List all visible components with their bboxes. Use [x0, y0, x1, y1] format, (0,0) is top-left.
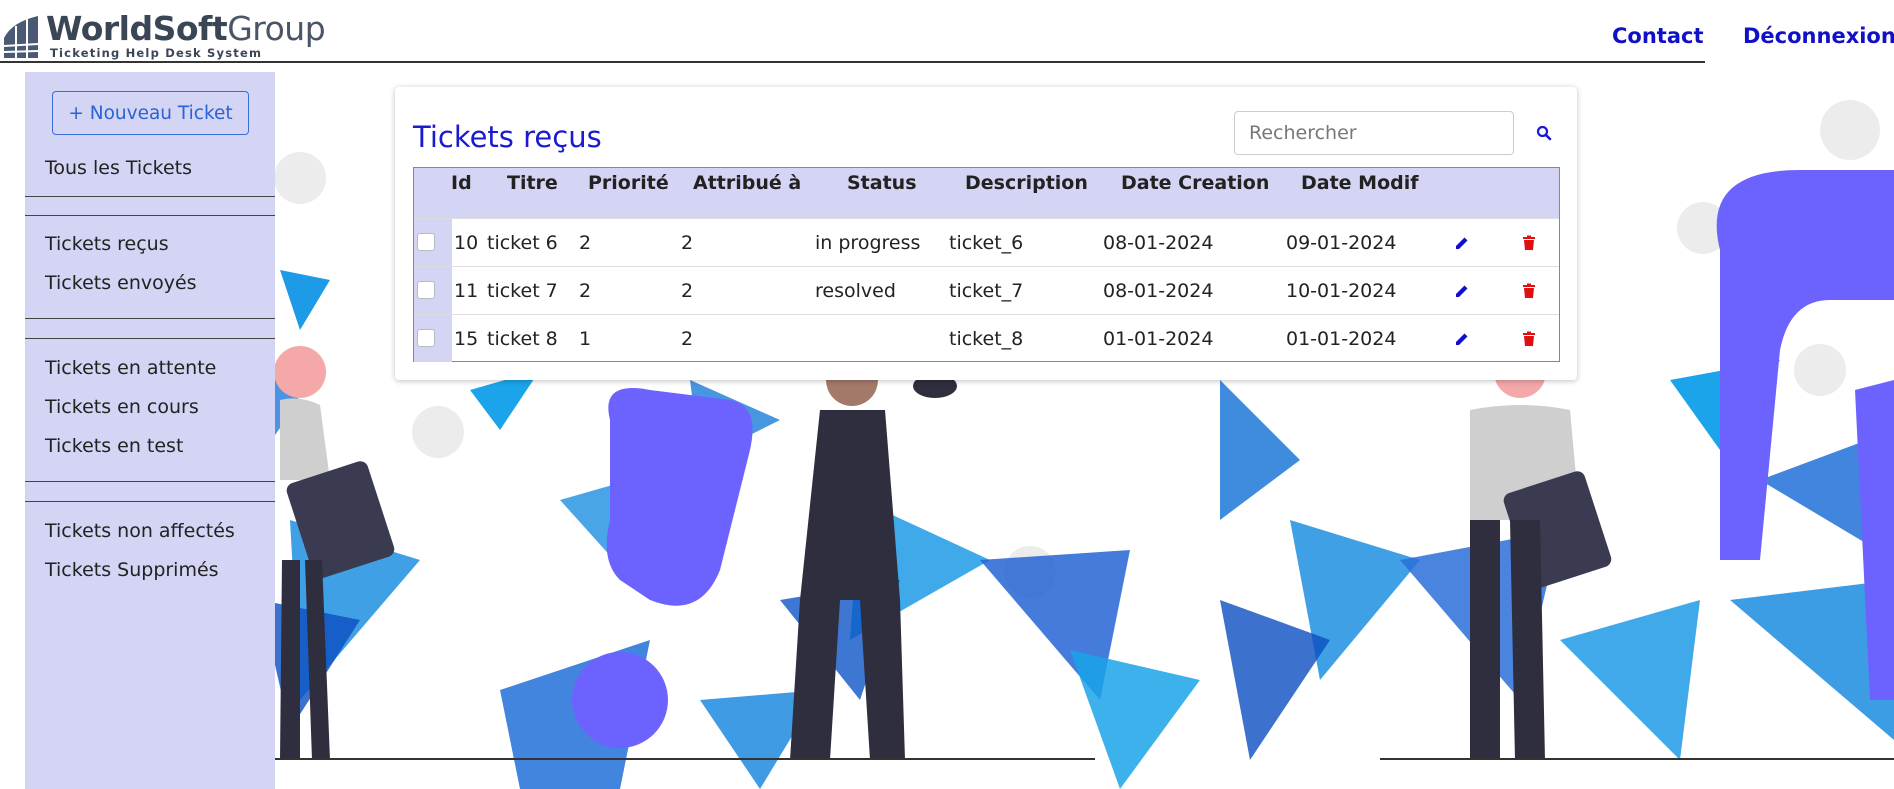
row-select-cell: [414, 315, 452, 362]
table-row: 11 ticket 7 2 2 resolved ticket_7 08-01-…: [414, 266, 1559, 314]
trash-icon: [1523, 283, 1535, 298]
sidebar-item-in-progress[interactable]: Tickets en cours: [45, 396, 199, 418]
sidebar-item-all-tickets[interactable]: Tous les Tickets: [45, 157, 192, 179]
search-button[interactable]: [1522, 111, 1566, 155]
cell-id: 10: [454, 232, 479, 254]
sidebar: + Nouveau Ticket Tous les Tickets Ticket…: [25, 72, 275, 789]
cell-assigned: 2: [681, 280, 694, 302]
pencil-icon: [1456, 285, 1468, 297]
delete-button[interactable]: [1517, 279, 1541, 303]
cell-date-modif: 01-01-2024: [1286, 328, 1397, 350]
sidebar-item-unassigned[interactable]: Tickets non affectés: [45, 520, 235, 542]
logo-brand: WorldSoftGroup: [46, 9, 326, 48]
cell-priority: 2: [579, 232, 592, 254]
trash-icon: [1523, 235, 1535, 250]
cell-assigned: 2: [681, 328, 694, 350]
cell-date-modif: 10-01-2024: [1286, 280, 1397, 302]
table-header: Id Titre Priorité Attribué à Status Desc…: [414, 168, 1559, 218]
trash-icon: [1523, 331, 1535, 346]
sidebar-divider: [25, 215, 275, 216]
cell-title: ticket 7: [487, 280, 558, 302]
cell-description: ticket_7: [949, 280, 1024, 302]
cell-status: resolved: [815, 280, 896, 302]
row-select-cell: [414, 219, 452, 266]
sidebar-item-received[interactable]: Tickets reçus: [45, 233, 169, 255]
page-title: Tickets reçus: [413, 120, 602, 154]
table-row: 15 ticket 8 1 2 ticket_8 01-01-2024 01-0…: [414, 314, 1559, 362]
sidebar-item-in-test[interactable]: Tickets en test: [45, 435, 183, 457]
cell-id: 15: [454, 328, 479, 350]
cell-date-creation: 08-01-2024: [1103, 232, 1214, 254]
row-select-cell: [414, 267, 452, 314]
row-checkbox[interactable]: [417, 233, 435, 251]
cell-title: ticket 8: [487, 328, 558, 350]
pencil-icon: [1456, 333, 1468, 345]
column-header-priority[interactable]: Priorité: [588, 172, 669, 194]
sidebar-divider: [25, 318, 275, 319]
column-header-title[interactable]: Titre: [507, 172, 558, 194]
search-input[interactable]: [1234, 111, 1514, 155]
new-ticket-button[interactable]: + Nouveau Ticket: [52, 91, 249, 135]
cell-description: ticket_8: [949, 328, 1024, 350]
logo-brand-bold: WorldSoft: [46, 9, 228, 48]
delete-button[interactable]: [1517, 231, 1541, 255]
column-header-status[interactable]: Status: [847, 172, 917, 194]
pencil-icon: [1456, 237, 1468, 249]
cell-date-creation: 01-01-2024: [1103, 328, 1214, 350]
row-checkbox[interactable]: [417, 281, 435, 299]
column-header-id[interactable]: Id: [451, 172, 472, 194]
delete-button[interactable]: [1517, 327, 1541, 351]
cell-id: 11: [454, 280, 479, 302]
nav-logout-link[interactable]: Déconnexion: [1743, 24, 1894, 48]
column-header-assigned[interactable]: Attribué à: [693, 172, 801, 194]
cell-date-creation: 08-01-2024: [1103, 280, 1214, 302]
logo-mark-icon: [3, 16, 39, 58]
row-checkbox[interactable]: [417, 329, 435, 347]
sidebar-item-pending[interactable]: Tickets en attente: [45, 357, 216, 379]
edit-button[interactable]: [1450, 231, 1474, 255]
search-icon: [1536, 125, 1552, 141]
header-divider: [0, 61, 1705, 63]
edit-button[interactable]: [1450, 279, 1474, 303]
table-row: 10 ticket 6 2 2 in progress ticket_6 08-…: [414, 218, 1559, 266]
sidebar-divider: [25, 196, 275, 197]
cell-status: in progress: [815, 232, 921, 254]
column-header-date-modif[interactable]: Date Modif: [1301, 172, 1419, 194]
cell-priority: 2: [579, 280, 592, 302]
column-header-date-creation[interactable]: Date Creation: [1121, 172, 1269, 194]
sidebar-item-deleted[interactable]: Tickets Supprimés: [45, 559, 219, 581]
nav-contact-link[interactable]: Contact: [1612, 24, 1704, 48]
logo-tagline: Ticketing Help Desk System: [50, 46, 263, 60]
cell-assigned: 2: [681, 232, 694, 254]
tickets-card: Tickets reçus Id Titre Priorité Attribué…: [395, 87, 1577, 380]
column-header-description[interactable]: Description: [965, 172, 1088, 194]
cell-date-modif: 09-01-2024: [1286, 232, 1397, 254]
cell-title: ticket 6: [487, 232, 558, 254]
cell-priority: 1: [579, 328, 592, 350]
sidebar-divider: [25, 481, 275, 482]
cell-description: ticket_6: [949, 232, 1024, 254]
app-header: WorldSoftGroup Ticketing Help Desk Syste…: [0, 0, 1894, 64]
tickets-table: Id Titre Priorité Attribué à Status Desc…: [413, 167, 1560, 362]
edit-button[interactable]: [1450, 327, 1474, 351]
sidebar-divider: [25, 338, 275, 339]
logo-brand-light: Group: [227, 9, 326, 48]
sidebar-item-sent[interactable]: Tickets envoyés: [45, 272, 197, 294]
logo[interactable]: WorldSoftGroup Ticketing Help Desk Syste…: [2, 10, 326, 60]
sidebar-divider: [25, 501, 275, 502]
